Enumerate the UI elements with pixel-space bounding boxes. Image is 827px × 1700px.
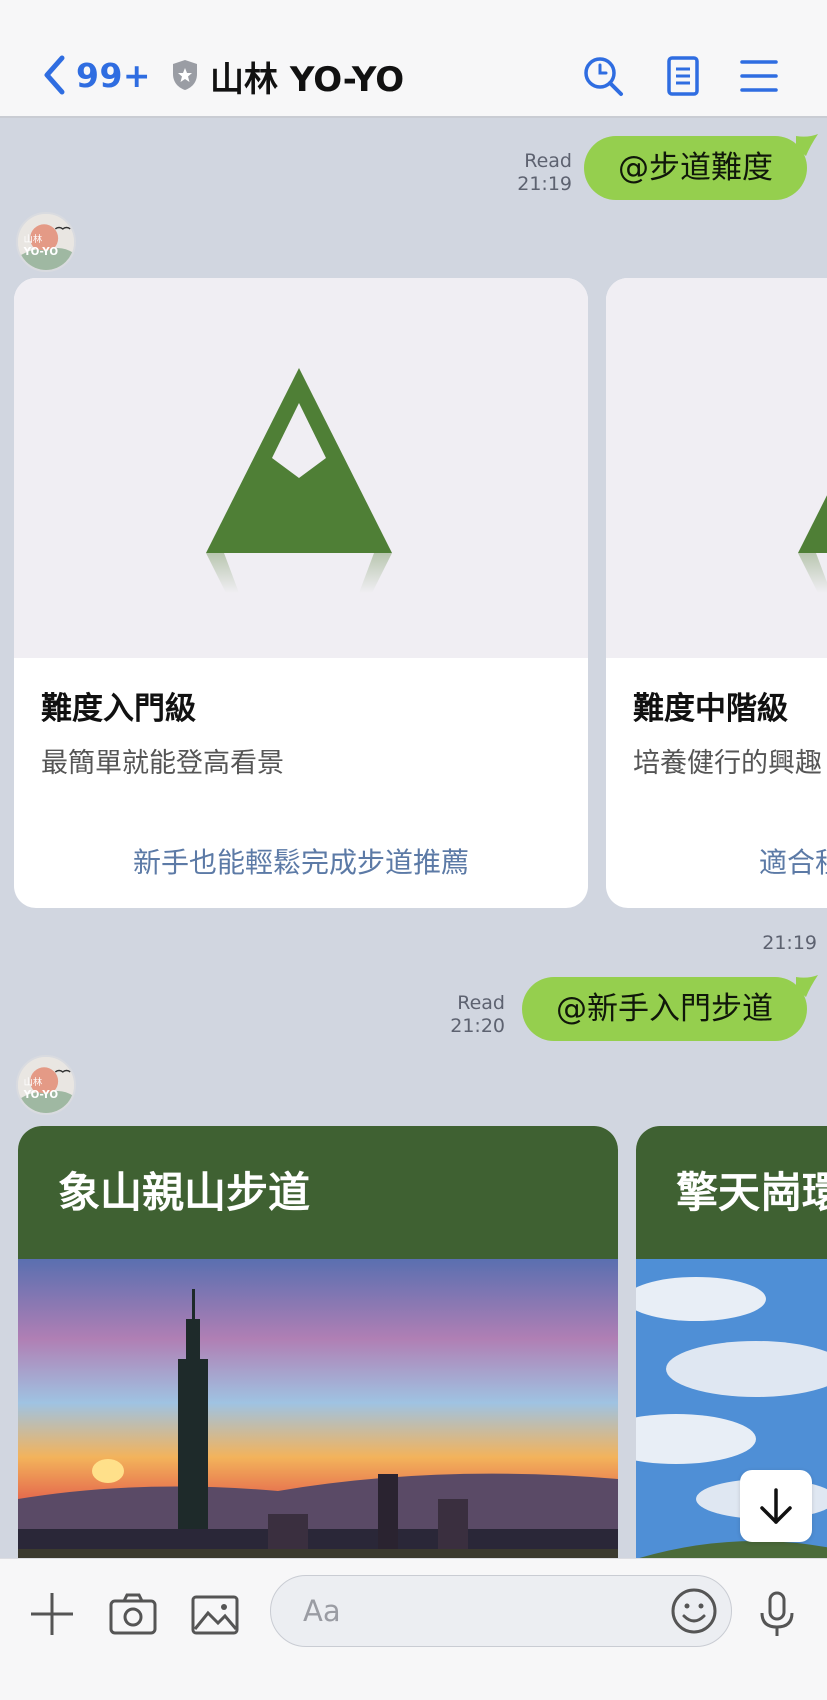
image-button[interactable]: [190, 1589, 240, 1639]
svg-text:山林: 山林: [24, 233, 43, 245]
trail-title: 象山親山步道: [18, 1126, 618, 1259]
camera-icon: [109, 1593, 157, 1635]
card-action-link[interactable]: 適合程: [759, 841, 827, 881]
avatar-logo-icon: 山林 YO-YO: [18, 214, 74, 270]
chevron-left-icon: [44, 55, 65, 95]
svg-text:山林: 山林: [24, 1076, 43, 1088]
avatar-logo-icon: 山林 YO-YO: [18, 1057, 74, 1113]
unread-count: 99+: [76, 55, 152, 95]
difficulty-card[interactable]: 難度入門級 最簡單就能登高看景 新手也能輕鬆完成步道推薦: [14, 278, 588, 908]
read-label: Read: [457, 992, 505, 1014]
notes-icon: [667, 56, 699, 96]
message-input[interactable]: [271, 1576, 641, 1646]
menu-button[interactable]: [738, 55, 780, 97]
bot-avatar[interactable]: 山林 YO-YO: [16, 212, 76, 272]
image-icon: [191, 1595, 239, 1635]
bubble-tail: [796, 975, 818, 997]
trail-card[interactable]: 象山親山步道: [18, 1126, 618, 1558]
card-title: 難度中階級: [633, 691, 788, 727]
scroll-to-bottom-button[interactable]: [740, 1470, 812, 1542]
read-receipt: Read 21:20: [450, 992, 505, 1038]
card-hero-image: [606, 278, 827, 658]
difficulty-card[interactable]: 難度中階級 培養健行的興趣 適合程: [606, 278, 827, 908]
card-description: 培養健行的興趣: [633, 748, 822, 779]
search-icon: [584, 57, 623, 96]
microphone-button[interactable]: [752, 1589, 802, 1639]
message-composer: [0, 1558, 827, 1700]
microphone-icon: [760, 1591, 794, 1636]
city-sunset-image: [18, 1259, 618, 1558]
bubble-tail: [796, 134, 818, 156]
card-description: 最簡單就能登高看景: [41, 748, 284, 779]
plus-button[interactable]: [27, 1589, 77, 1639]
bot-avatar[interactable]: 山林 YO-YO: [16, 1055, 76, 1115]
read-receipt: Read 21:19: [517, 150, 572, 196]
arrow-down-icon: [760, 1488, 792, 1524]
outgoing-message[interactable]: @步道難度: [584, 136, 807, 200]
card-action-link[interactable]: 新手也能輕鬆完成步道推薦: [14, 841, 588, 881]
outgoing-message[interactable]: @新手入門步道: [522, 977, 807, 1041]
menu-icon: [740, 60, 778, 92]
search-button[interactable]: [582, 55, 624, 97]
read-label: Read: [524, 150, 572, 172]
svg-text:YO-YO: YO-YO: [23, 1089, 59, 1101]
chat-header: 99+ 山林 YO-YO: [0, 0, 827, 118]
trail-title: 擎天崗環: [636, 1126, 827, 1259]
message-time: 21:19: [517, 173, 572, 195]
message-input-container: [270, 1575, 732, 1647]
chat-title: 山林 YO-YO: [210, 60, 405, 100]
chat-area[interactable]: Read 21:19 @步道難度 山林 YO-YO 難度入門級 最簡單就能登高看…: [0, 120, 827, 1558]
plus-icon: [31, 1593, 73, 1635]
notes-button[interactable]: [662, 55, 704, 97]
camera-button[interactable]: [108, 1589, 158, 1639]
trail-photo: [18, 1259, 618, 1558]
emoji-button[interactable]: [669, 1586, 719, 1636]
message-time: 21:19: [762, 932, 817, 954]
shield-icon: [173, 60, 197, 90]
mountain-icon: [798, 495, 827, 593]
mountain-icon: [206, 368, 392, 593]
emoji-icon: [671, 1588, 717, 1634]
svg-text:YO-YO: YO-YO: [23, 246, 59, 258]
card-hero-image: [14, 278, 588, 658]
card-title: 難度入門級: [41, 691, 196, 727]
message-time: 21:20: [450, 1015, 505, 1037]
back-button[interactable]: 99+: [40, 52, 151, 98]
